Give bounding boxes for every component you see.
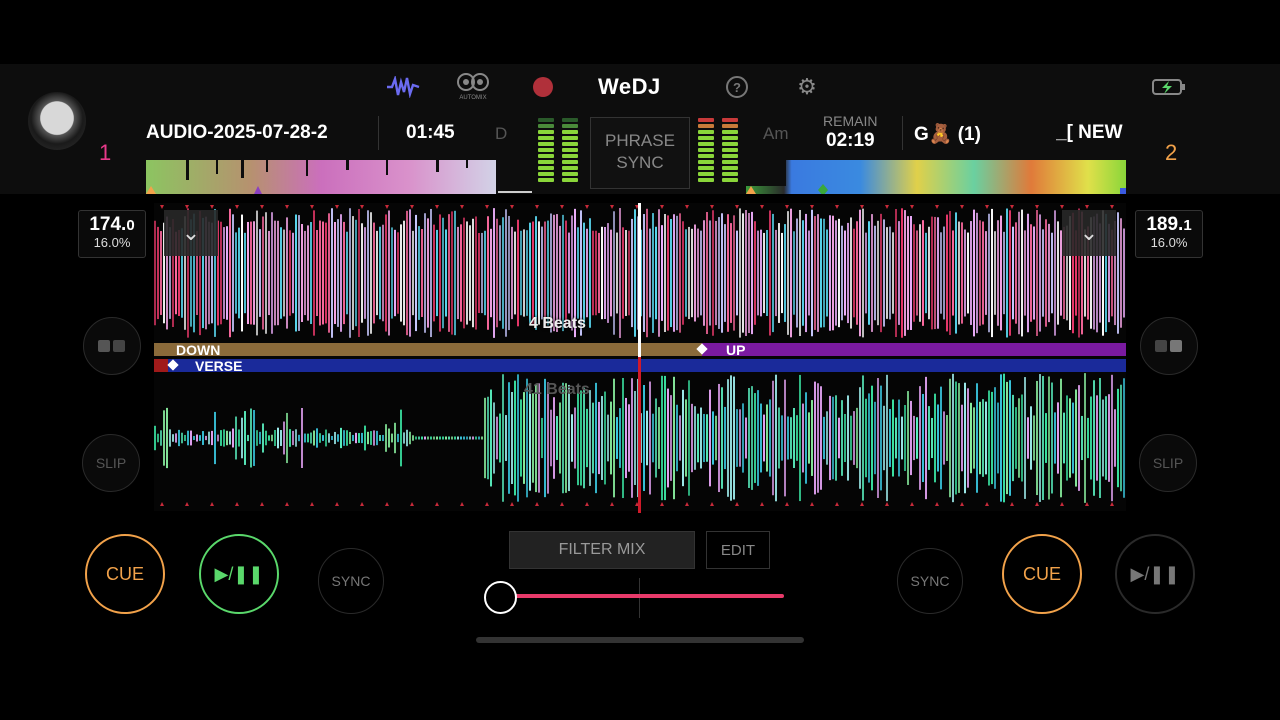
edit-button[interactable]: EDIT <box>706 531 770 569</box>
automix-button[interactable]: AUTOMIX <box>452 72 494 104</box>
divider <box>902 116 903 150</box>
deck2-view-toggle-button[interactable] <box>1140 317 1198 375</box>
automix-label: AUTOMIX <box>459 95 487 101</box>
deck2-pitch: 16.0% <box>1150 235 1188 250</box>
deck1-playhead <box>638 203 641 357</box>
crossfader-center-mark <box>639 578 640 618</box>
deck2-artist[interactable]: G🧸 (1) <box>914 122 981 146</box>
help-icon[interactable]: ? <box>726 76 748 98</box>
filter-mix-button[interactable]: FILTER MIX <box>509 531 695 569</box>
deck2-key: Am <box>763 124 789 143</box>
deck1-slip-button[interactable]: SLIP <box>82 434 140 492</box>
deck2-overview-waveform[interactable] <box>746 156 1126 194</box>
view-toggle-icon <box>1155 340 1182 352</box>
deck1-view-toggle-button[interactable] <box>83 317 141 375</box>
jog-wheel-button[interactable] <box>28 92 86 150</box>
deck2-level-meter <box>698 118 738 186</box>
phrase-bar-down-continued <box>638 343 702 356</box>
view-toggle-icon <box>98 340 125 352</box>
gear-icon[interactable]: ⚙ <box>794 74 820 100</box>
deck2-slip-button[interactable]: SLIP <box>1139 434 1197 492</box>
app-logo: WeDJ <box>598 74 661 99</box>
phrase-sync-button[interactable]: PHRASE SYNC <box>590 117 690 189</box>
deck2-chevron-down-icon[interactable]: ⌄ <box>1062 210 1116 256</box>
deck2-beats-label: 41 Beats <box>524 381 590 398</box>
deck2-bpm-display[interactable]: 189.1 16.0% <box>1135 210 1203 258</box>
phrase-verse-label: VERSE <box>195 358 243 374</box>
phrase-bar-up <box>702 343 1126 356</box>
record-button[interactable] <box>533 77 553 97</box>
phrase-bar-down <box>154 343 638 356</box>
deck1-cue-button[interactable]: CUE <box>85 534 165 614</box>
phrase-sync-label-2: SYNC <box>616 153 664 172</box>
waveform-icon[interactable] <box>384 72 422 102</box>
divider <box>378 116 379 150</box>
deck1-elapsed-time: 01:45 <box>406 122 455 143</box>
phrase-up-label: UP <box>726 342 746 358</box>
deck1-track-title[interactable]: AUDIO-2025-07-28-2 <box>146 122 360 144</box>
deck2-bpm: 189. <box>1146 214 1184 235</box>
deck1-bpm-display[interactable]: 174.0 16.0% <box>78 210 146 258</box>
deck2-sync-button[interactable]: SYNC <box>897 548 963 614</box>
deck1-pitch: 16.0% <box>93 235 131 250</box>
battery-charging-icon <box>1152 77 1186 97</box>
deck2-bpm-decimal: 1 <box>1183 217 1192 234</box>
deck1-overview-end-line <box>498 191 532 193</box>
deck2-play-pause-button[interactable]: ▶/❚❚ <box>1115 534 1195 614</box>
phrase-bar-intro <box>154 359 168 372</box>
deck1-play-pause-button[interactable]: ▶/❚❚ <box>199 534 279 614</box>
deck1-bpm-decimal: 0 <box>126 217 135 234</box>
deck1-key: D <box>495 124 508 143</box>
deck2-playhead <box>638 357 641 513</box>
deck2-remain-label: REMAIN <box>823 113 878 129</box>
deck1-chevron-down-icon[interactable]: ⌄ <box>164 210 218 256</box>
crossfader-knob[interactable] <box>484 581 517 614</box>
deck2-track-title[interactable]: _[ NEW <box>1056 122 1134 144</box>
phrase-down-label: DOWN <box>176 342 221 358</box>
automix-icon <box>457 73 489 91</box>
deck1-beats-label: 4 Beats <box>529 315 586 332</box>
deck1-bpm: 174. <box>89 214 127 235</box>
deck1-overview-waveform[interactable] <box>146 156 496 194</box>
deck1-sync-button[interactable]: SYNC <box>318 548 384 614</box>
deck1-number: 1 <box>99 140 112 165</box>
home-indicator <box>476 637 804 643</box>
crossfader-track[interactable] <box>500 594 784 598</box>
deck1-level-meter <box>538 118 578 186</box>
deck2-number: 2 <box>1165 140 1178 165</box>
phrase-sync-label-1: PHRASE <box>605 131 675 150</box>
deck2-cue-button[interactable]: CUE <box>1002 534 1082 614</box>
deck2-remain-time: 02:19 <box>826 130 875 151</box>
